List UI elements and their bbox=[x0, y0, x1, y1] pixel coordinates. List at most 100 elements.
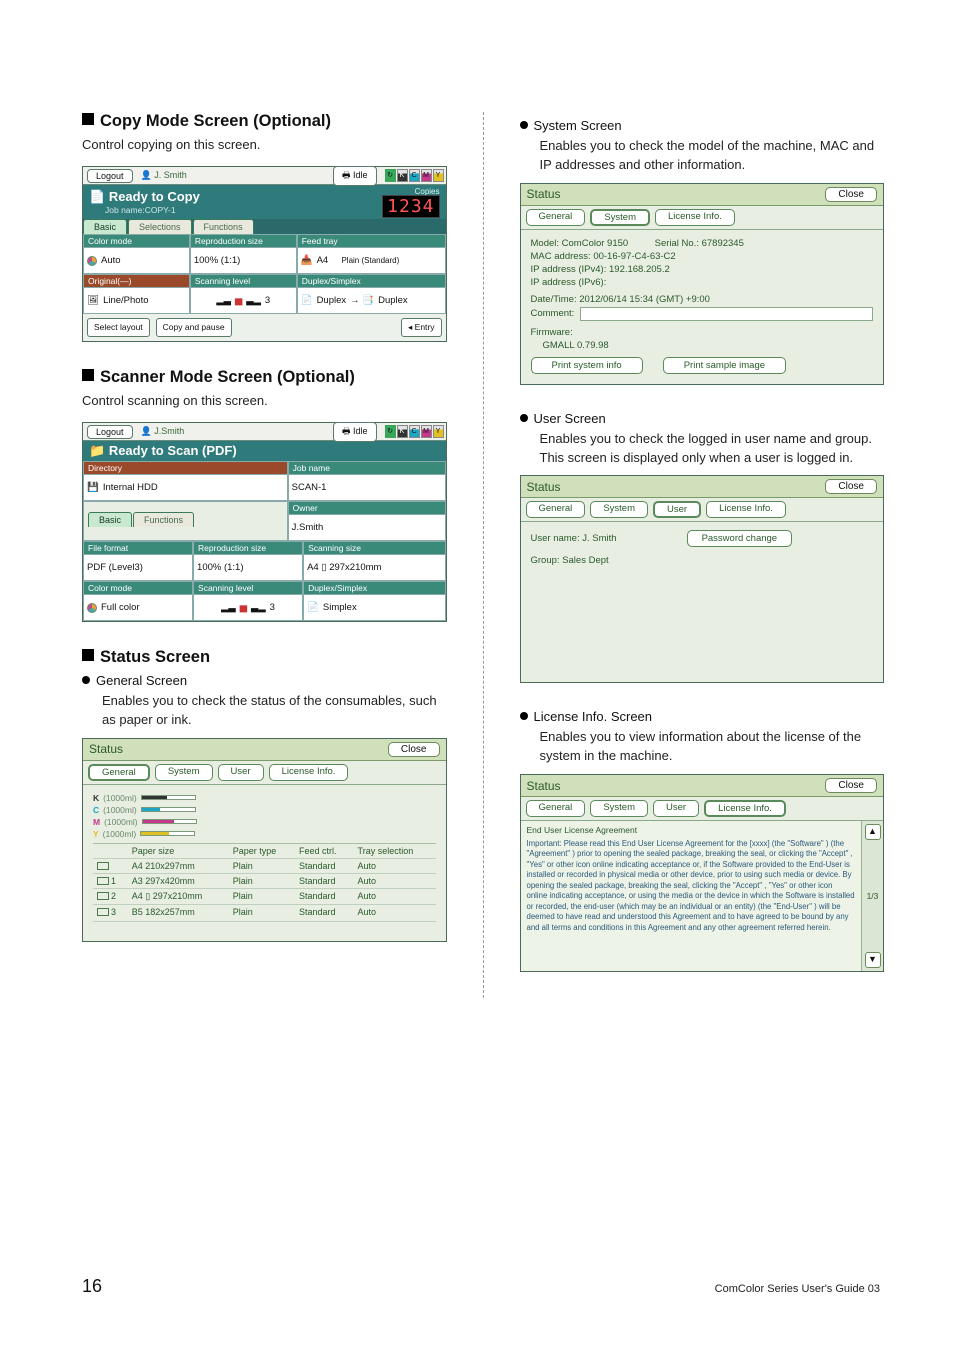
footer-text: ComColor Series User's Guide 03 bbox=[715, 1283, 880, 1295]
tab-system[interactable]: System bbox=[590, 501, 648, 518]
idle-badge: 🖶 Idle bbox=[333, 166, 377, 186]
mac-line: MAC address: 00-16-97-C4-63-C2 bbox=[531, 251, 874, 262]
close-button[interactable]: Close bbox=[825, 187, 877, 202]
tab-user[interactable]: User bbox=[218, 764, 264, 781]
tab-system[interactable]: System bbox=[590, 209, 650, 226]
comment-field[interactable] bbox=[580, 307, 873, 321]
scanner-panel: Logout 👤 J.Smith 🖶 Idle ↻KCMY 📁 Ready to… bbox=[82, 422, 447, 622]
tab-general[interactable]: General bbox=[526, 209, 586, 226]
table-row: 1A3 297x420mmPlainStandardAuto bbox=[93, 873, 436, 888]
page-number: 16 bbox=[82, 1276, 102, 1297]
close-button[interactable]: Close bbox=[825, 778, 877, 793]
scanlevel-btn[interactable]: ▂▃▅▃▂ 3 bbox=[194, 594, 302, 620]
general-title: General Screen bbox=[82, 673, 447, 688]
table-row: A4 210x297mmPlainStandardAuto bbox=[93, 858, 436, 873]
copy-panel: Logout 👤 J. Smith 🖶 Idle ↻ KCMY 📄 Ready … bbox=[82, 166, 447, 342]
license-title: License Info. Screen bbox=[520, 709, 885, 724]
scanlevel-btn[interactable]: ▂▃▅▃▂3 bbox=[191, 287, 296, 313]
tab-general[interactable]: General bbox=[526, 800, 586, 817]
tray-icon bbox=[97, 908, 109, 916]
ink-row: C(1000ml) bbox=[93, 805, 436, 815]
jobname-field[interactable]: SCAN-1 bbox=[289, 474, 445, 500]
colorwheel-icon bbox=[87, 603, 97, 613]
duplex-btn[interactable]: 📄 Simplex bbox=[304, 594, 444, 620]
tray-icon bbox=[97, 877, 109, 885]
scroll-down-button[interactable]: ▼ bbox=[865, 952, 881, 968]
status-license-panel: StatusClose General System User License … bbox=[520, 774, 885, 972]
table-row: 3B5 182x257mmPlainStandardAuto bbox=[93, 904, 436, 919]
scansize-btn[interactable]: A4 ▯ 297x210mm bbox=[304, 554, 444, 580]
jobname: Job name:COPY-1 bbox=[105, 205, 200, 215]
print-sample-button[interactable]: Print sample image bbox=[663, 357, 786, 374]
ink-row: K(1000ml) bbox=[93, 793, 436, 803]
panel-title: Status bbox=[89, 742, 123, 756]
status-general-panel: Status Close General System User License … bbox=[82, 738, 447, 942]
ready-label: Ready to Scan (PDF) bbox=[109, 443, 237, 458]
datetime-line: Date/Time: 2012/06/14 15:34 (GMT) +9:00 bbox=[531, 294, 874, 305]
logout-button[interactable]: Logout bbox=[87, 425, 133, 439]
tab-functions[interactable]: Functions bbox=[193, 219, 254, 234]
close-button[interactable]: Close bbox=[388, 742, 440, 757]
page-indicator: 1/3 bbox=[867, 891, 879, 901]
tab-general[interactable]: General bbox=[526, 501, 586, 518]
logout-button[interactable]: Logout bbox=[87, 169, 133, 183]
fileformat-btn[interactable]: PDF (Level3) bbox=[84, 554, 192, 580]
tab-system[interactable]: System bbox=[590, 800, 648, 817]
ink-row: M(1000ml) bbox=[93, 817, 436, 827]
tab-system[interactable]: System bbox=[155, 764, 213, 781]
ready-label: Ready to Copy bbox=[109, 189, 200, 204]
tab-basic[interactable]: Basic bbox=[88, 512, 132, 527]
copy-pause-button[interactable]: Copy and pause bbox=[156, 318, 232, 337]
original-btn[interactable]: 🖼 Line/Photo bbox=[84, 287, 189, 313]
status-user-panel: StatusClose General System User License … bbox=[520, 475, 885, 683]
copies-value: 1234 bbox=[382, 195, 439, 218]
tab-license[interactable]: License Info. bbox=[269, 764, 349, 781]
colorwheel-icon bbox=[87, 256, 97, 266]
user-label: 👤 J. Smith bbox=[141, 170, 187, 181]
password-change-button[interactable]: Password change bbox=[687, 530, 793, 547]
tab-license[interactable]: License Info. bbox=[655, 209, 735, 226]
paper-table: Paper sizePaper typeFeed ctrl.Tray selec… bbox=[93, 843, 436, 919]
license-desc: Enables you to view information about th… bbox=[540, 728, 885, 766]
tab-functions[interactable]: Functions bbox=[133, 512, 194, 527]
ink-indicators: ↻ KCMY bbox=[385, 169, 444, 182]
user-title: User Screen bbox=[520, 411, 885, 426]
tab-selections[interactable]: Selections bbox=[128, 219, 192, 234]
tray-icon bbox=[97, 892, 109, 900]
tab-license[interactable]: License Info. bbox=[706, 501, 786, 518]
tab-general[interactable]: General bbox=[88, 764, 150, 781]
idle-badge: 🖶 Idle bbox=[333, 422, 377, 442]
scanner-sub: Control scanning on this screen. bbox=[82, 393, 447, 408]
ip6-line: IP address (IPv6): bbox=[531, 277, 874, 288]
duplex-btn[interactable]: 📄 Duplex → 📑 Duplex bbox=[298, 287, 445, 313]
heading-scanner: Scanner Mode Screen (Optional) bbox=[82, 368, 447, 387]
close-button[interactable]: Close bbox=[825, 479, 877, 494]
tab-basic[interactable]: Basic bbox=[83, 219, 127, 234]
print-info-button[interactable]: Print system info bbox=[531, 357, 643, 374]
tab-user[interactable]: User bbox=[653, 501, 701, 518]
select-layout-button[interactable]: Select layout bbox=[87, 318, 150, 337]
general-desc: Enables you to check the status of the c… bbox=[102, 692, 447, 730]
repro-btn[interactable]: 100% (1:1) bbox=[194, 554, 302, 580]
entry-button[interactable]: ◂ Entry bbox=[401, 318, 441, 337]
table-row: 2A4 ▯ 297x210mmPlainStandardAuto bbox=[93, 888, 436, 904]
feed-btn[interactable]: 📥 A4 Plain (Standard) bbox=[298, 247, 445, 273]
user-label: 👤 J.Smith bbox=[141, 426, 185, 437]
system-title: System Screen bbox=[520, 118, 885, 133]
eula-text: End User License Agreement Important: Pl… bbox=[521, 821, 862, 971]
status-system-panel: StatusClose General System License Info.… bbox=[520, 183, 885, 385]
heading-copy: Copy Mode Screen (Optional) bbox=[82, 112, 447, 131]
user-desc: Enables you to check the logged in user … bbox=[540, 430, 885, 468]
colormode-btn[interactable]: Auto bbox=[84, 247, 189, 273]
tray-icon bbox=[97, 862, 109, 870]
tab-user[interactable]: User bbox=[653, 800, 699, 817]
ip4-line: IP address (IPv4): 192.168.205.2 bbox=[531, 264, 874, 275]
colormode-btn[interactable]: Full color bbox=[84, 594, 192, 620]
repro-btn[interactable]: 100% (1:1) bbox=[191, 247, 296, 273]
tab-license[interactable]: License Info. bbox=[704, 800, 786, 817]
scroll-up-button[interactable]: ▲ bbox=[865, 824, 881, 840]
owner-field[interactable]: J.Smith bbox=[289, 514, 445, 540]
ink-row: Y(1000ml) bbox=[93, 829, 436, 839]
heading-status: Status Screen bbox=[82, 648, 447, 667]
directory-btn[interactable]: 💾 Internal HDD bbox=[84, 474, 287, 500]
